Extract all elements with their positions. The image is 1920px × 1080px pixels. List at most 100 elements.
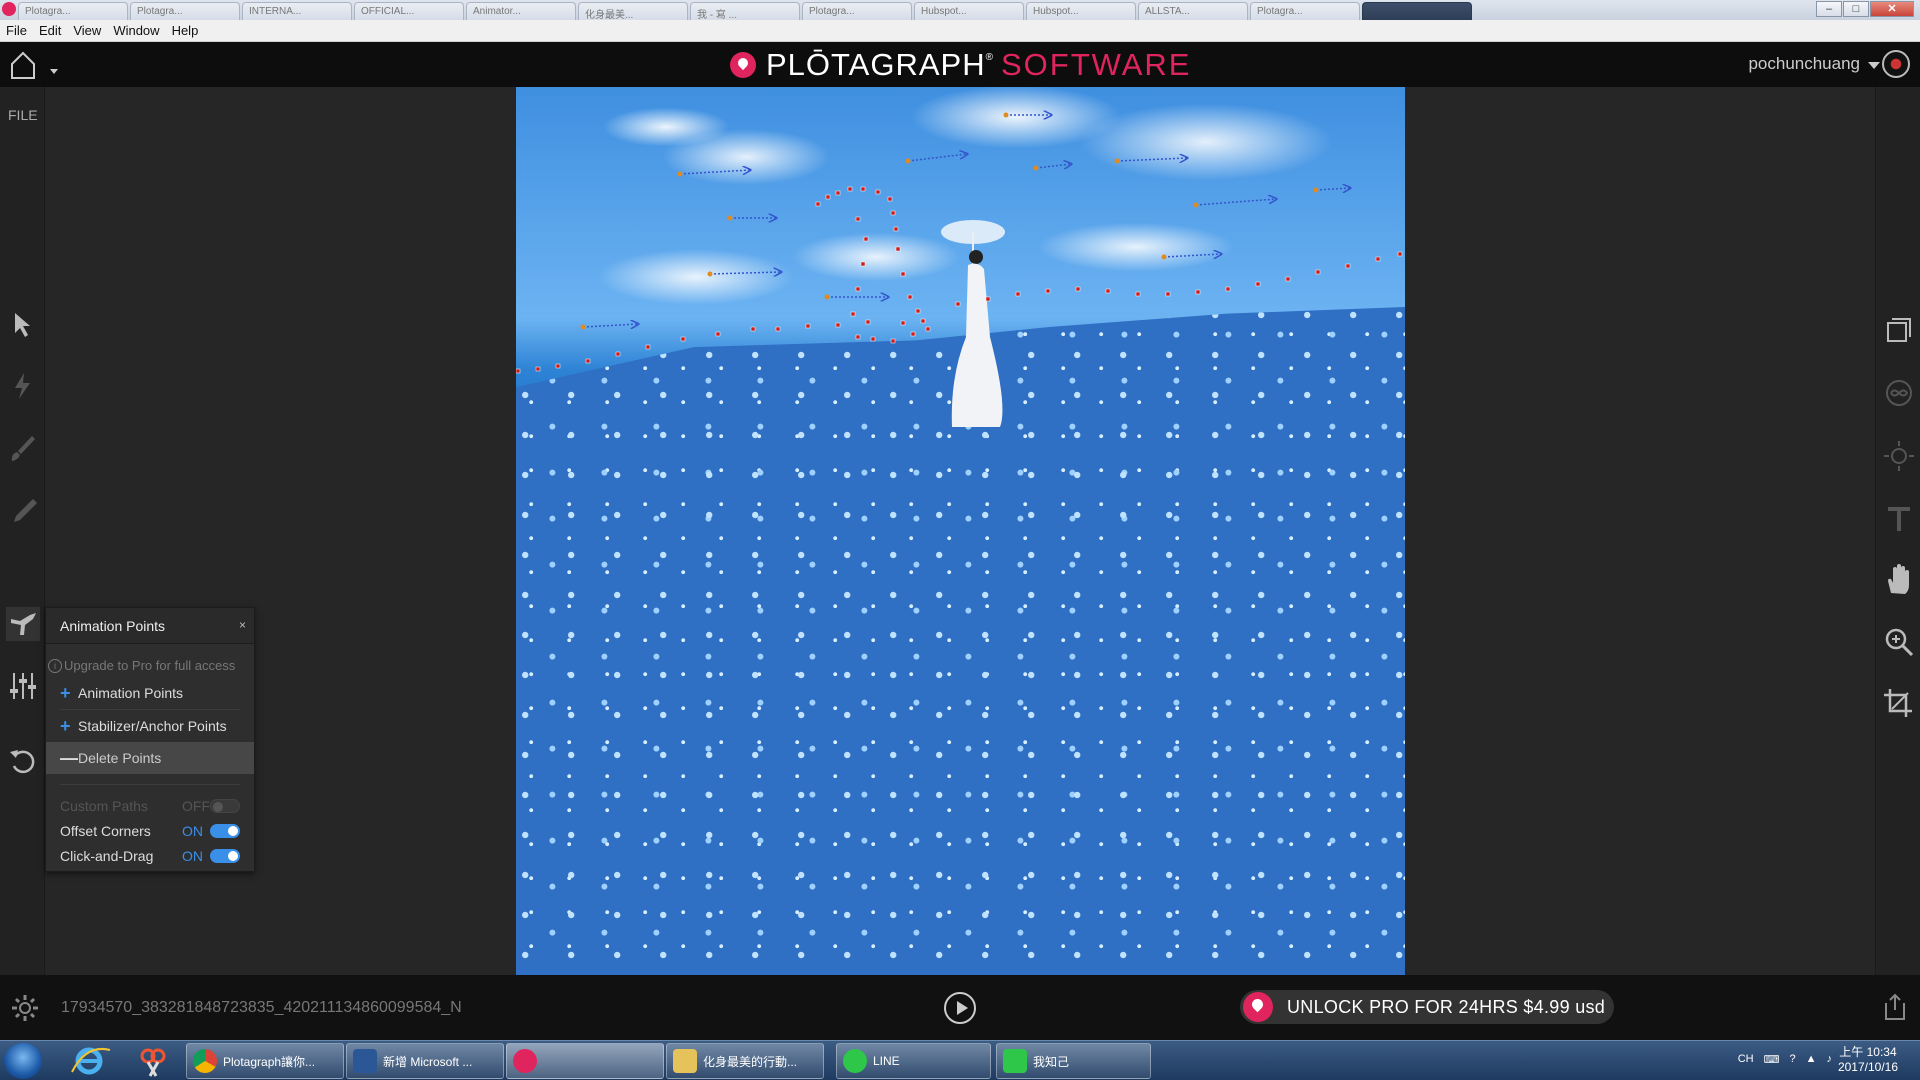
setting-label: Click-and-Drag [60, 847, 154, 864]
maximize-button[interactable]: □ [1843, 1, 1869, 17]
keyboard-icon[interactable]: ⌨ [1764, 1053, 1780, 1066]
system-tray: CH ⌨ ? ▲ ♪ [1738, 1053, 1832, 1066]
setting-state: ON [182, 847, 203, 864]
volume-icon[interactable]: ♪ [1827, 1053, 1833, 1066]
panel-header: Animation Points × [46, 608, 254, 644]
offset-corners-toggle[interactable] [210, 823, 240, 838]
layers-icon[interactable] [1882, 313, 1916, 347]
close-icon[interactable]: × [239, 618, 246, 632]
browser-tab[interactable]: Plotagra... [130, 2, 240, 20]
chrome-icon [193, 1049, 217, 1073]
browser-tab[interactable]: Hubspot... [914, 2, 1024, 20]
browser-tab[interactable]: INTERNA... [242, 2, 352, 20]
close-window-button[interactable]: ✕ [1870, 1, 1914, 17]
menu-window[interactable]: Window [113, 23, 159, 38]
add-animation-points-button[interactable]: + Animation Points [46, 677, 254, 709]
text-icon[interactable] [1882, 501, 1916, 535]
browser-tab[interactable]: ALLSTA... [1138, 2, 1248, 20]
browser-tab[interactable]: 我 - 寫 ... [690, 2, 800, 20]
logo-secondary: SOFTWARE [1000, 47, 1192, 82]
menu-help[interactable]: Help [172, 23, 199, 38]
minus-icon: — [60, 747, 78, 768]
sliders-icon[interactable] [6, 669, 40, 703]
offset-corners-setting: Offset Corners ON [46, 818, 254, 843]
avatar[interactable] [1882, 50, 1910, 78]
upgrade-note[interactable]: i Upgrade to Pro for full access [46, 644, 254, 677]
snipping-tool-icon[interactable] [128, 1044, 178, 1078]
help-icon[interactable]: ? [1789, 1053, 1795, 1066]
click-and-drag-toggle[interactable] [210, 848, 240, 863]
add-stabilizer-points-button[interactable]: + Stabilizer/Anchor Points [46, 710, 254, 742]
taskbar-task[interactable]: Plotagraph讓你... [186, 1043, 344, 1079]
clock-time: 上午 10:34 [1839, 1045, 1897, 1059]
line-app-icon [843, 1049, 867, 1073]
brightness-icon[interactable] [1882, 439, 1916, 473]
menu-item-label: Stabilizer/Anchor Points [78, 718, 227, 734]
logo-badge-icon [730, 52, 756, 78]
plus-icon: + [60, 682, 71, 703]
pen-icon[interactable] [6, 493, 40, 527]
browser-tab[interactable]: Plotagra... [18, 2, 128, 20]
canvas-image[interactable] [516, 87, 1405, 975]
taskbar-task[interactable]: 新增 Microsoft ... [346, 1043, 504, 1079]
taskbar-task[interactable]: 化身最美的行動... [666, 1043, 824, 1079]
panel-title: Animation Points [60, 618, 166, 634]
window-controls: – □ ✕ [1815, 1, 1914, 17]
info-icon: i [48, 658, 62, 673]
start-button[interactable] [4, 1043, 42, 1079]
taskbar-task[interactable]: LINE [836, 1043, 991, 1079]
browser-tab[interactable]: Hubspot... [1026, 2, 1136, 20]
upgrade-note-text: Upgrade to Pro for full access [64, 658, 236, 673]
taskbar-task[interactable]: 我知己 [996, 1043, 1151, 1079]
crop-icon[interactable] [1882, 687, 1916, 721]
home-icon [11, 51, 58, 79]
browser-tab[interactable]: Animator... [466, 2, 576, 20]
brush-icon[interactable] [6, 431, 40, 465]
play-button[interactable] [944, 992, 976, 1024]
taskbar-task-active[interactable] [506, 1043, 664, 1079]
browser-tab[interactable]: Plotagra... [1250, 2, 1360, 20]
minimize-button[interactable]: – [1816, 1, 1842, 17]
animation-points-panel: Animation Points × i Upgrade to Pro for … [45, 607, 255, 872]
setting-label: Offset Corners [60, 822, 151, 839]
network-icon[interactable]: ▲ [1806, 1053, 1817, 1066]
undo-icon[interactable] [6, 744, 40, 778]
ie-icon[interactable] [66, 1044, 116, 1078]
os-taskbar: Plotagraph讓你... 新增 Microsoft ... 化身最美的行動… [0, 1040, 1920, 1080]
custom-paths-toggle[interactable] [210, 798, 240, 813]
new-tab-button[interactable] [1362, 2, 1472, 20]
menu-edit[interactable]: Edit [39, 23, 61, 38]
system-clock[interactable]: 上午 10:34 2017/10/16 [1838, 1045, 1898, 1075]
file-label[interactable]: FILE [8, 107, 38, 123]
unlock-pro-button[interactable]: UNLOCK PRO FOR 24HRS $4.99 usd [1240, 990, 1614, 1024]
browser-tab[interactable]: Plotagra... [802, 2, 912, 20]
logo-primary: PLŌTAGRAPH [766, 47, 986, 82]
hand-icon[interactable] [1882, 563, 1916, 597]
plus-icon: + [60, 715, 71, 736]
app-logo: PLŌTAGRAPH ® SOFTWARE [730, 47, 1192, 82]
menu-view[interactable]: View [73, 23, 101, 38]
share-icon[interactable] [1882, 993, 1908, 1021]
setting-state: OFF [182, 797, 210, 814]
clock-date: 2017/10/16 [1837, 1060, 1898, 1074]
animation-points-icon[interactable] [6, 607, 40, 641]
loop-icon[interactable] [1882, 376, 1916, 410]
browser-tab[interactable]: OFFICIAL... [354, 2, 464, 20]
menu-file[interactable]: File [6, 23, 27, 38]
home-button[interactable] [10, 50, 60, 80]
user-menu-caret-icon[interactable] [1868, 62, 1880, 69]
select-arrow-icon[interactable] [6, 307, 40, 341]
username[interactable]: pochunchuang [1748, 54, 1860, 74]
menu-item-label: Delete Points [78, 750, 162, 766]
zoom-icon[interactable] [1882, 625, 1916, 659]
input-language[interactable]: CH [1738, 1053, 1754, 1066]
tab-list: Plotagra... Plotagra... INTERNA... OFFIC… [18, 2, 1474, 20]
word-icon [353, 1049, 377, 1073]
menu-bar: File Edit View Window Help [0, 20, 1920, 42]
delete-points-button[interactable]: — Delete Points [46, 742, 254, 774]
browser-tab[interactable]: 化身最美... [578, 2, 688, 20]
lightning-icon[interactable] [6, 369, 40, 403]
gear-icon[interactable] [10, 993, 40, 1023]
